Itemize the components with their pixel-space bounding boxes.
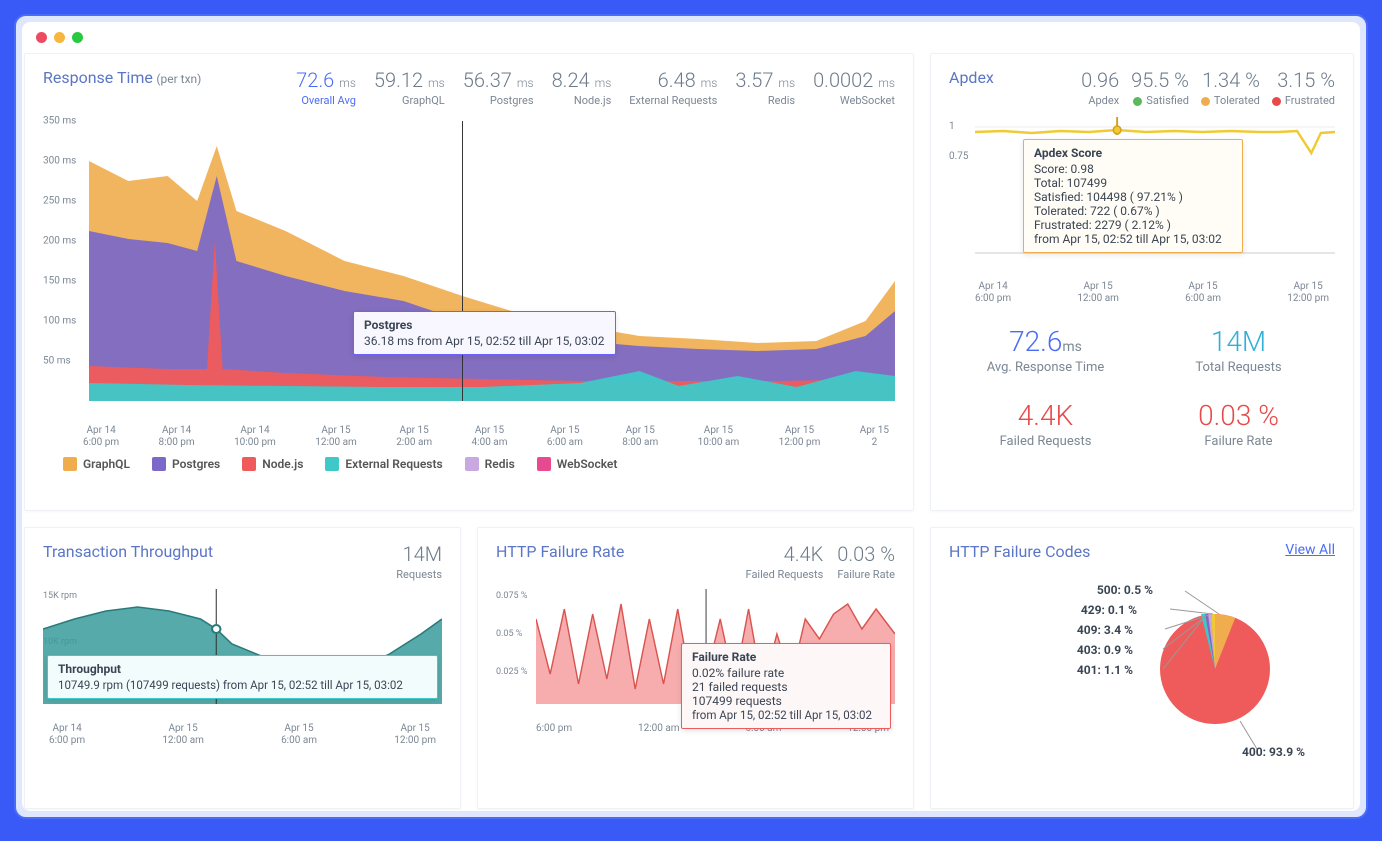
chart-apdex[interactable]: 1 0.75 Apdex Score Score: 0.98 Total: 10… <box>949 117 1335 277</box>
legend-item-external-requests[interactable]: External Requests <box>325 457 442 471</box>
dashboard: Response Time (per txn) 72.6 msOverall A… <box>22 51 1360 811</box>
kpi-total: 14M Total Requests <box>1142 325 1335 375</box>
pie-label-409: 409: 3.4 % <box>1077 623 1133 637</box>
pie-label-500: 500: 0.5 % <box>1097 583 1153 597</box>
kpi-rate: 0.03 % Failure Rate <box>1142 399 1335 449</box>
pie-label-403: 403: 0.9 % <box>1077 643 1133 657</box>
chart-failure-codes[interactable]: 500: 0.5 % 429: 0.1 % 409: 3.4 % 403: 0.… <box>949 569 1335 769</box>
browser-frame: Response Time (per txn) 72.6 msOverall A… <box>14 14 1368 819</box>
legend-item-redis[interactable]: Redis <box>465 457 515 471</box>
stat-external-requests: 6.48 msExternal Requests <box>629 68 717 107</box>
pie-label-401: 401: 1.1 % <box>1077 663 1133 677</box>
chart-failure-rate[interactable]: 0.075 % 0.05 % 0.025 % Failure Rate 0.02… <box>496 589 895 719</box>
stat-apdex: 0.96Apdex <box>1065 68 1119 107</box>
panel-throughput: Transaction Throughput 14M Requests 15K … <box>24 527 461 809</box>
maximize-icon[interactable] <box>72 32 83 43</box>
stat-websocket: 0.0002 msWebSocket <box>813 68 895 107</box>
tooltip-title: Postgres <box>364 318 605 332</box>
stat-tolerated: 1.34 %Tolerated <box>1201 68 1260 107</box>
chart-response-time[interactable]: 350 ms300 ms250 ms200 ms150 ms100 ms50 m… <box>43 121 895 421</box>
tooltip-body: 36.18 ms from Apr 15, 02:52 till Apr 15,… <box>364 334 605 348</box>
pie-label-429: 429: 0.1 % <box>1081 603 1137 617</box>
kpi-failed: 4.4K Failed Requests <box>949 399 1142 449</box>
stat-satisfied: 95.5 %Satisfied <box>1131 68 1189 107</box>
pie-label-400: 400: 93.9 % <box>1242 745 1305 759</box>
legend-item-postgres[interactable]: Postgres <box>152 457 220 471</box>
stat-redis: 3.57 msRedis <box>735 68 795 107</box>
chart-throughput[interactable]: 15K rpm 10K rpm Throughput 10749.9 rpm (… <box>43 589 442 719</box>
close-icon[interactable] <box>36 32 47 43</box>
stat-overall-avg: 72.6 msOverall Avg <box>296 68 356 107</box>
stat-node.js: 8.24 msNode.js <box>552 68 612 107</box>
view-all-link[interactable]: View All <box>1285 542 1335 558</box>
stat-frustrated: 3.15 %Frustrated <box>1272 68 1335 107</box>
tooltip-failure: Failure Rate 0.02% failure rate 21 faile… <box>681 643 891 729</box>
panel-apdex: Apdex 0.96Apdex 95.5 %Satisfied 1.34 %Tole… <box>930 53 1354 511</box>
tooltip-postgres: Postgres 36.18 ms from Apr 15, 02:52 til… <box>353 311 616 355</box>
panel-title: Transaction Throughput <box>43 542 213 581</box>
tooltip-apdex: Apdex Score Score: 0.98 Total: 107499 Sa… <box>1023 139 1243 253</box>
panel-subtitle: (per txn) <box>156 72 201 86</box>
panel-title: Response Time <box>43 68 153 87</box>
legend-item-node.js[interactable]: Node.js <box>242 457 303 471</box>
minimize-icon[interactable] <box>54 32 65 43</box>
tooltip-throughput: Throughput 10749.9 rpm (107499 requests)… <box>47 655 438 699</box>
legend-item-graphql[interactable]: GraphQL <box>63 457 130 471</box>
panel-failure-codes: HTTP Failure Codes View All <box>930 527 1354 809</box>
panel-title: HTTP Failure Rate <box>496 542 624 581</box>
legend-item-websocket[interactable]: WebSocket <box>537 457 618 471</box>
kpi-avg-rt: 72.6ms Avg. Response Time <box>949 325 1142 375</box>
browser-titlebar <box>22 22 1360 51</box>
stat-graphql: 59.12 msGraphQL <box>374 68 445 107</box>
stat-postgres: 56.37 msPostgres <box>463 68 534 107</box>
panel-failure-rate: HTTP Failure Rate 4.4KFailed Requests 0.… <box>477 527 914 809</box>
traffic-lights <box>36 32 1346 43</box>
panel-title: Apdex <box>949 68 994 87</box>
legend: GraphQL Postgres Node.js External Requests R… <box>43 449 895 471</box>
panel-title: HTTP Failure Codes <box>949 542 1090 561</box>
panel-response-time: Response Time (per txn) 72.6 msOverall A… <box>24 53 914 511</box>
